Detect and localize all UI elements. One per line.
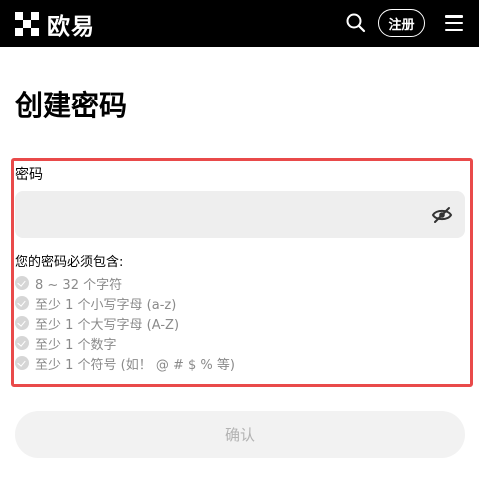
check-circle-icon: [15, 316, 29, 330]
search-icon: [346, 13, 366, 33]
hamburger-menu-icon[interactable]: [445, 13, 465, 33]
confirm-button[interactable]: 确认: [15, 411, 465, 458]
requirement-text: 至少 1 个符号 (如！ @ # $ % 等): [35, 357, 235, 373]
okx-checker-logo-icon: [15, 11, 39, 36]
search-button[interactable]: [344, 11, 368, 35]
requirement-item: 至少 1 个大写字母 (A-Z): [15, 313, 235, 333]
password-requirements-list: 8 ~ 32 个字符 至少 1 个小写字母 (a-z) 至少 1 个大写字母 (…: [15, 273, 235, 373]
password-input[interactable]: [15, 191, 465, 238]
page-title: 创建密码: [15, 89, 128, 122]
toggle-password-visibility-button[interactable]: [431, 204, 453, 226]
brand-logo[interactable]: 欧易: [15, 10, 95, 40]
eye-slash-icon: [431, 207, 453, 223]
requirement-text: 至少 1 个小写字母 (a-z): [35, 297, 177, 313]
requirement-text: 至少 1 个数字: [35, 337, 117, 353]
register-button[interactable]: 注册: [378, 9, 425, 37]
check-circle-icon: [15, 356, 29, 370]
check-circle-icon: [15, 296, 29, 310]
check-circle-icon: [15, 276, 29, 290]
requirement-item: 8 ~ 32 个字符: [15, 273, 235, 293]
requirement-item: 至少 1 个数字: [15, 333, 235, 353]
password-label: 密码: [15, 167, 43, 183]
requirement-text: 8 ~ 32 个字符: [35, 277, 123, 293]
brand-name: 欧易: [47, 13, 95, 40]
requirement-text: 至少 1 个大写字母 (A-Z): [35, 317, 180, 333]
password-requirements-title: 您的密码必须包含:: [15, 255, 124, 270]
requirement-item: 至少 1 个符号 (如！ @ # $ % 等): [15, 353, 235, 373]
requirement-item: 至少 1 个小写字母 (a-z): [15, 293, 235, 313]
top-nav-bar: 欧易 注册: [0, 0, 479, 47]
check-circle-icon: [15, 336, 29, 350]
